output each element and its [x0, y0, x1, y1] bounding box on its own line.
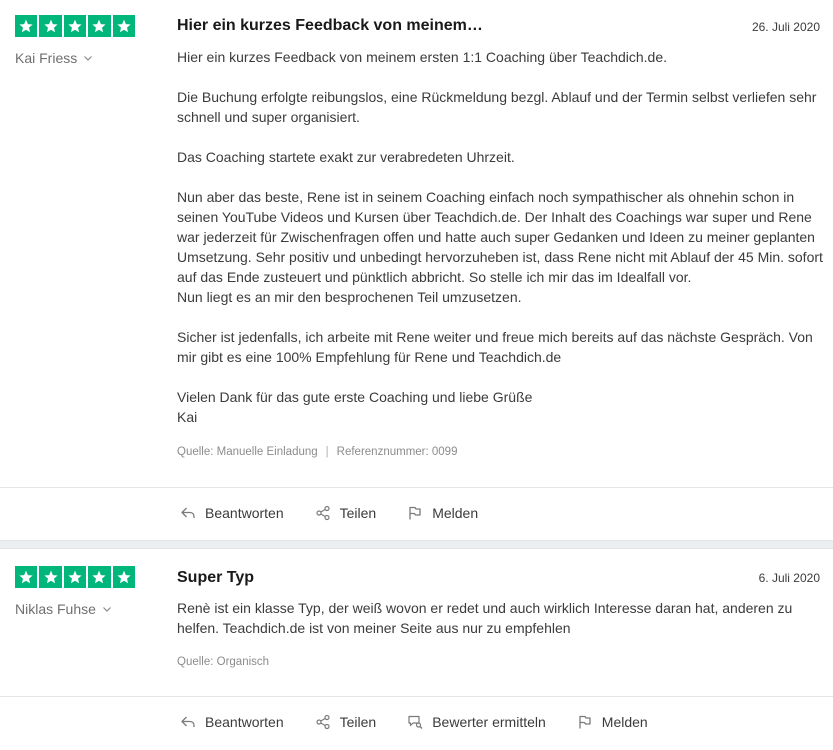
chevron-down-icon — [102, 607, 111, 612]
divider — [0, 487, 833, 488]
review-body: Renè ist ein klasse Typ, der weiß wovon … — [177, 598, 827, 638]
reply-button[interactable]: Beantworten — [180, 505, 284, 521]
reply-icon — [181, 716, 195, 727]
reply-label: Beantworten — [205, 505, 284, 521]
source-label: Quelle: Organisch — [177, 656, 270, 668]
star-icon — [63, 15, 87, 38]
report-label: Melden — [601, 714, 648, 730]
review-actions: Beantworten Teilen Melden — [180, 505, 509, 521]
source-label: Quelle: Manuelle Einladung — [177, 446, 318, 458]
star-icon — [112, 15, 135, 38]
review-source: Quelle: Organisch — [177, 656, 269, 668]
review-body: Hier ein kurzes Feedback von meinem erst… — [177, 47, 827, 427]
review-date: 6. Juli 2020 — [758, 571, 820, 585]
star-icon — [88, 566, 111, 589]
share-label: Teilen — [339, 505, 377, 521]
review-title[interactable]: Hier ein kurzes Feedback von meinem… — [177, 17, 483, 35]
share-button[interactable]: Teilen — [315, 505, 377, 521]
report-label: Melden — [432, 505, 479, 521]
star-icon — [63, 566, 87, 589]
identify-reviewer-label: Bewerter ermitteln — [432, 714, 546, 730]
report-button[interactable]: Melden — [577, 714, 648, 730]
flag-icon — [409, 506, 421, 520]
star-icon — [15, 566, 38, 589]
star-icon — [39, 566, 62, 589]
identify-reviewer-icon — [408, 715, 423, 729]
reply-button[interactable]: Beantworten — [180, 714, 284, 730]
star-icon — [39, 15, 62, 38]
divider — [0, 696, 833, 697]
rating-stars — [15, 15, 135, 38]
share-label: Teilen — [339, 714, 377, 730]
reviewer-name: Kai Friess — [15, 50, 78, 66]
share-icon — [316, 714, 330, 730]
star-icon — [88, 15, 111, 38]
flag-icon — [579, 715, 591, 729]
star-icon — [15, 15, 38, 38]
review-title[interactable]: Super Typ — [177, 569, 254, 587]
review-paragraph: Die Buchung erfolgte reibungslos, eine R… — [177, 89, 817, 125]
reply-label: Beantworten — [205, 714, 284, 730]
identify-reviewer-button[interactable]: Bewerter ermitteln — [407, 714, 546, 730]
review-paragraph: Renè ist ein klasse Typ, der weiß wovon … — [177, 600, 793, 636]
report-button[interactable]: Melden — [407, 505, 478, 521]
chevron-down-icon — [84, 56, 93, 61]
reference-number: Referenznummer: 0099 — [336, 446, 458, 458]
review-paragraph: Das Coaching startete exakt zur verabred… — [177, 149, 515, 165]
rating-stars — [15, 566, 135, 589]
reviewer-name: Niklas Fuhse — [15, 601, 96, 617]
share-icon — [316, 505, 330, 521]
review-separator — [0, 540, 833, 549]
review-paragraph: Nun aber das beste, Rene ist in seinem C… — [177, 189, 823, 285]
share-button[interactable]: Teilen — [315, 714, 377, 730]
review-paragraph: Sicher ist jedenfalls, ich arbeite mit R… — [177, 329, 813, 365]
review-paragraph: Kai — [177, 409, 198, 425]
review-paragraph: Hier ein kurzes Feedback von meinem erst… — [177, 49, 668, 65]
review-date: 26. Juli 2020 — [751, 20, 820, 34]
reviewer-name-toggle[interactable]: Kai Friess — [15, 50, 93, 66]
star-icon — [112, 566, 135, 589]
review-source: Quelle: Manuelle Einladung | Referenznumme… — [177, 446, 458, 458]
review-paragraph: Vielen Dank für das gute erste Coaching … — [177, 389, 533, 405]
review-card: Niklas Fuhse Super Typ 6. Juli 2020 Renè… — [0, 549, 833, 750]
review-card: Kai Friess Hier ein kurzes Feedback von … — [0, 0, 833, 540]
reply-icon — [181, 507, 195, 518]
review-actions: Beantworten Teilen Bewerter ermitteln Me… — [180, 714, 679, 730]
reviewer-name-toggle[interactable]: Niklas Fuhse — [15, 601, 112, 617]
review-paragraph: Nun liegt es an mir den besprochenen Tei… — [177, 289, 522, 305]
